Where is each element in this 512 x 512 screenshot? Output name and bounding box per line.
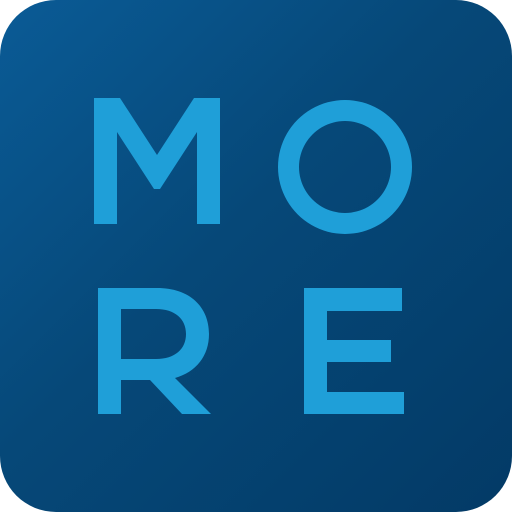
app-icon-tile[interactable] [0,0,512,512]
letter-m-mark [94,98,220,224]
letter-o-mark [277,100,412,234]
letter-r-mark [98,288,211,414]
more-logo [94,98,412,414]
letter-e-mark [304,288,404,414]
